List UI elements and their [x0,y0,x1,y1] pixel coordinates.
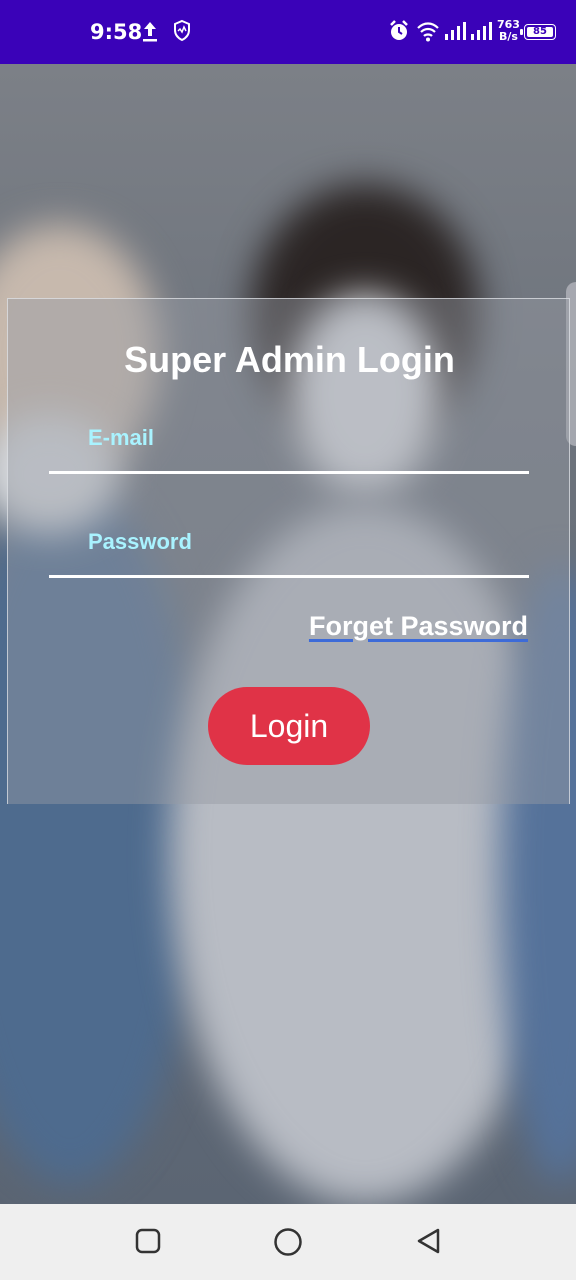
email-field[interactable] [49,427,529,471]
signal-icon [471,22,492,40]
wifi-icon [417,22,439,42]
email-underline [49,471,529,474]
home-icon[interactable] [272,1226,304,1258]
back-icon[interactable] [414,1226,444,1256]
recents-icon[interactable] [133,1226,163,1256]
status-bar: 9:58 763 B/s 85 [0,0,576,64]
shield-icon [174,19,190,42]
forget-password-link[interactable]: Forget Password [309,611,528,642]
network-speed-unit: B/s [499,30,518,43]
navigation-bar [0,1204,576,1280]
password-underline [49,575,529,578]
login-card: Super Admin Login E-mail Password Forget… [7,298,570,804]
battery-level: 85 [527,27,553,37]
upload-icon [143,22,157,42]
password-field[interactable] [49,531,529,575]
network-speed: 763 B/s [497,19,520,43]
status-time: 9:58 [90,20,143,44]
login-button[interactable]: Login [208,687,370,765]
page-title: Super Admin Login [124,339,455,380]
battery-icon: 85 [520,24,556,40]
signal-icon [445,22,466,40]
alarm-icon [390,20,408,40]
